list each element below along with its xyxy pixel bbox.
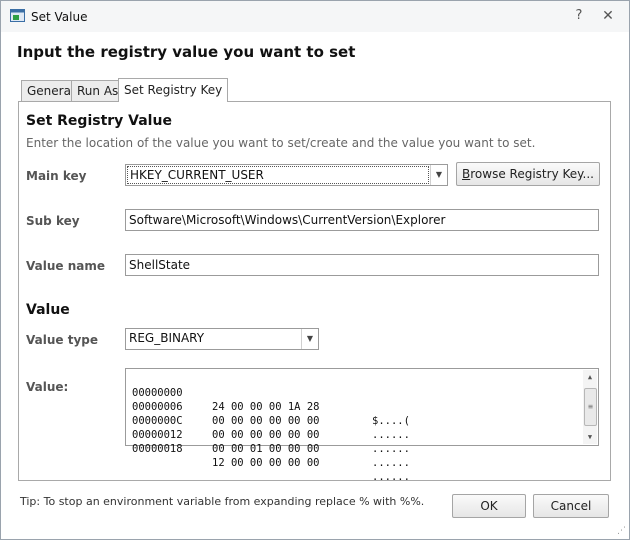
hex-row: 0000000C 00 00 00 00 00 00 ...... — [132, 400, 410, 455]
scroll-up-icon[interactable]: ▲ — [583, 370, 597, 384]
hex-bytes[interactable]: 24 00 00 00 1A 28 — [212, 400, 319, 414]
main-key-select[interactable]: HKEY_CURRENT_USER ▼ — [125, 164, 448, 186]
hex-ascii[interactable]: ...... — [372, 456, 410, 470]
hex-bytes[interactable]: 12 00 00 00 00 00 — [212, 456, 319, 470]
hex-offset: 00000018 — [132, 443, 183, 455]
value-type-label: Value type — [26, 333, 98, 347]
hex-scrollbar[interactable]: ▲ ≡ ▼ — [583, 370, 597, 444]
main-key-label: Main key — [26, 169, 87, 183]
tab-panel-set-registry-key: Set Registry Value Enter the location of… — [18, 101, 611, 483]
hex-bytes[interactable]: 00 00 00 00 00 00 — [212, 428, 319, 442]
tip-text: Tip: To stop an environment variable fro… — [20, 495, 425, 508]
cancel-button[interactable]: Cancel — [533, 494, 609, 518]
chevron-down-icon[interactable]: ▼ — [301, 329, 318, 349]
hex-ascii[interactable]: ...... — [372, 470, 410, 484]
section-description: Enter the location of the value you want… — [26, 136, 536, 150]
tab-run-as[interactable]: Run As — [71, 80, 125, 101]
section-title-value: Value — [26, 302, 70, 318]
hex-bytes[interactable]: 00 00 00 00 00 00 — [212, 414, 319, 428]
value-name-input[interactable]: ShellState — [125, 254, 599, 276]
hex-ascii[interactable]: $....( — [372, 414, 410, 428]
help-icon[interactable]: ? — [570, 8, 588, 24]
main-key-value: HKEY_CURRENT_USER — [127, 166, 429, 184]
hex-row: 00000006 00 00 00 00 00 00 ...... — [132, 386, 410, 441]
window-title: Set Value — [31, 10, 88, 24]
value-type-select[interactable]: REG_BINARY ▼ — [125, 328, 319, 350]
chevron-down-icon[interactable]: ▼ — [430, 165, 447, 185]
title-bar[interactable]: Set Value ? ✕ — [1, 1, 629, 32]
hex-ascii[interactable]: ...... — [372, 428, 410, 442]
hex-row: 00000012 00 00 01 00 00 00 ...... — [132, 414, 410, 469]
scrollbar-thumb[interactable]: ≡ — [584, 388, 597, 426]
ok-button[interactable]: OK — [452, 494, 526, 518]
set-value-dialog: Set Value ? ✕ Input the registry value y… — [0, 0, 630, 540]
sub-key-label: Sub key — [26, 214, 80, 228]
value-name-label: Value name — [26, 259, 105, 273]
hex-ascii[interactable]: ...... — [372, 442, 410, 456]
value-type-value: REG_BINARY — [129, 331, 205, 345]
browse-registry-key-button[interactable]: Browse Registry Key... — [456, 162, 600, 186]
hex-value-editor[interactable]: 00000000 24 00 00 00 1A 28 $....( 000000… — [125, 368, 599, 483]
hex-row: 00000000 24 00 00 00 1A 28 $....( — [132, 372, 410, 427]
hex-row: 00000018 12 00 00 00 00 00 ...... — [132, 428, 410, 483]
value-label: Value: — [26, 380, 69, 394]
resize-grip-icon[interactable]: ⋰ — [617, 527, 626, 536]
section-title-set-registry-value: Set Registry Value — [26, 113, 172, 129]
dialog-heading: Input the registry value you want to set — [17, 43, 356, 61]
scroll-down-icon[interactable]: ▼ — [583, 430, 597, 444]
browse-button-label: rowse Registry Key... — [470, 167, 594, 181]
dialog-content: Input the registry value you want to set… — [1, 32, 629, 539]
close-icon[interactable]: ✕ — [599, 8, 617, 24]
sub-key-input[interactable]: Software\Microsoft\Windows\CurrentVersio… — [125, 209, 599, 231]
tab-set-registry-key[interactable]: Set Registry Key — [118, 78, 229, 102]
hex-bytes[interactable]: 00 00 01 00 00 00 — [212, 442, 319, 456]
app-icon — [10, 9, 25, 22]
